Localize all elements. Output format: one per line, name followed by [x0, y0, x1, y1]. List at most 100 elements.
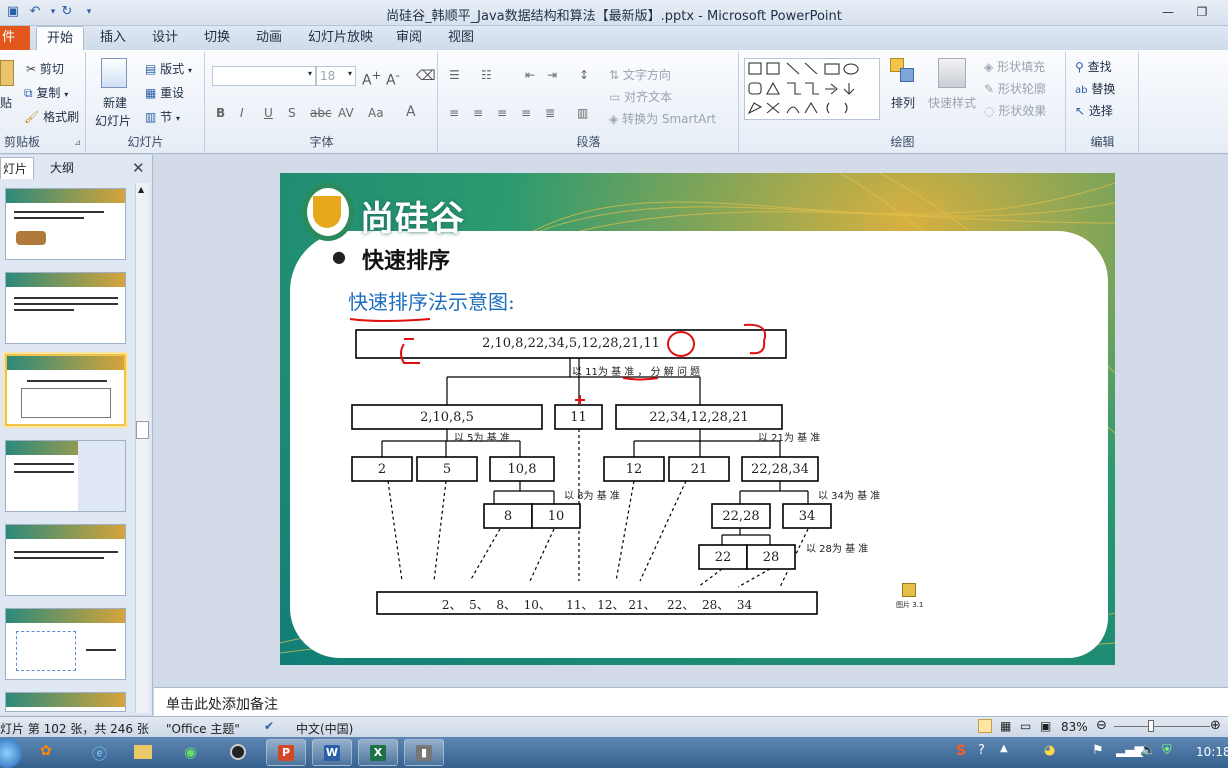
folder-icon[interactable]: [902, 583, 916, 597]
restore-button[interactable]: ❐: [1190, 4, 1214, 20]
zoom-in-icon[interactable]: ⊕: [1210, 718, 1221, 733]
change-case-icon[interactable]: Aa: [368, 106, 384, 120]
taskbar-word[interactable]: W: [312, 739, 352, 766]
font-size-combo[interactable]: 18 ▾: [316, 66, 356, 86]
shape-fill-button[interactable]: ◈ 形状填充: [984, 58, 1066, 76]
tab-home[interactable]: 开始: [36, 26, 85, 50]
justify-icon[interactable]: ≡: [521, 106, 531, 120]
tab-review[interactable]: 审阅: [386, 26, 432, 50]
zoom-slider-thumb[interactable]: [1148, 720, 1154, 732]
shapes-gallery[interactable]: [744, 58, 880, 120]
slide-sorter-icon[interactable]: ▦: [1000, 719, 1011, 733]
tab-outline[interactable]: 大纲: [50, 157, 74, 179]
clear-format-icon[interactable]: ⌫: [416, 68, 436, 84]
decrease-indent-icon[interactable]: ⇤: [525, 68, 535, 82]
tab-design[interactable]: 设计: [142, 26, 188, 50]
launcher-icon[interactable]: ⊿: [74, 138, 81, 147]
align-text-button[interactable]: ▭ 对齐文本: [609, 88, 739, 106]
underline-icon[interactable]: U: [264, 106, 273, 120]
tab-file[interactable]: 件: [0, 26, 30, 50]
align-right-icon[interactable]: ≡: [497, 106, 507, 120]
scroll-up-icon[interactable]: ▲: [138, 185, 144, 194]
zoom-out-icon[interactable]: ⊖: [1096, 718, 1107, 733]
shadow-icon[interactable]: S: [288, 106, 296, 120]
tab-animations[interactable]: 动画: [246, 26, 292, 50]
theme-name[interactable]: "Office 主题": [166, 720, 240, 737]
arrange-icon[interactable]: [890, 58, 916, 86]
reset-button[interactable]: ▦ 重设: [145, 84, 205, 102]
reading-view-icon[interactable]: ▭: [1020, 719, 1031, 733]
volume-icon[interactable]: 🔈: [1140, 743, 1156, 758]
slide-thumbnail[interactable]: [5, 440, 126, 512]
bullets-icon[interactable]: ☰: [449, 68, 460, 82]
explorer-icon[interactable]: [134, 745, 152, 759]
slide-thumbnail[interactable]: [5, 188, 126, 260]
text-direction-button[interactable]: ⇅ 文字方向: [609, 66, 739, 84]
thumbnail-scrollbar[interactable]: ▲: [135, 183, 149, 713]
cut-button[interactable]: ✂ 剪切: [26, 60, 86, 78]
select-button[interactable]: ↖ 选择: [1075, 102, 1137, 120]
tray-flag-icon[interactable]: ⚑: [1092, 743, 1104, 758]
tab-transitions[interactable]: 切换: [194, 26, 240, 50]
start-button-icon[interactable]: [0, 738, 22, 768]
smartart-button[interactable]: ◈ 转换为 SmartArt: [609, 110, 739, 128]
tab-view[interactable]: 视图: [438, 26, 484, 50]
font-color-icon[interactable]: A: [406, 104, 416, 120]
align-left-icon[interactable]: ≡: [449, 106, 459, 120]
paint-icon[interactable]: ✿: [40, 743, 52, 759]
copy-button[interactable]: ⧉ 复制 ▾: [24, 84, 86, 102]
taskbar-excel[interactable]: X: [358, 739, 398, 766]
arrange-button[interactable]: 排列: [891, 94, 915, 111]
minimize-button[interactable]: —: [1156, 4, 1180, 20]
taskbar-powerpoint[interactable]: P: [266, 739, 306, 766]
slide-thumbnail-selected[interactable]: [5, 354, 126, 426]
ime-icon[interactable]: S: [956, 743, 966, 759]
browser-icon[interactable]: ◉: [184, 743, 197, 761]
distributed-icon[interactable]: ≣: [545, 106, 555, 120]
tray-app-icon[interactable]: ◕: [1044, 743, 1055, 758]
slide-thumbnail[interactable]: [5, 524, 126, 596]
slide-canvas[interactable]: 尚硅谷 ● 快速排序 快速排序法示意图: 2,10,8,22,34,5,12,2…: [280, 173, 1115, 665]
tray-expand-icon[interactable]: ▲: [1000, 743, 1008, 754]
font-name-combo[interactable]: ▾: [212, 66, 316, 86]
notes-pane[interactable]: 单击此处添加备注: [154, 687, 1228, 716]
language-indicator[interactable]: 中文(中国): [296, 720, 353, 737]
new-slide-icon[interactable]: [101, 58, 127, 88]
spell-check-icon[interactable]: ✔: [264, 719, 274, 733]
close-icon[interactable]: ✕: [132, 159, 145, 177]
slideshow-icon[interactable]: ▣: [1040, 719, 1051, 733]
new-slide-label-2[interactable]: 幻灯片: [95, 112, 131, 129]
grow-font-icon[interactable]: A+: [362, 68, 381, 89]
shape-outline-button[interactable]: ✎ 形状轮廓: [984, 80, 1066, 98]
numbering-icon[interactable]: ☷: [481, 68, 492, 82]
tab-insert[interactable]: 插入: [90, 26, 136, 50]
media-player-icon[interactable]: [230, 744, 246, 760]
bold-icon[interactable]: B: [216, 106, 225, 120]
shrink-font-icon[interactable]: A-: [386, 68, 400, 89]
layout-button[interactable]: ▤ 版式 ▾: [145, 60, 205, 78]
help-icon[interactable]: ?: [978, 743, 985, 758]
normal-view-icon[interactable]: [978, 719, 992, 733]
section-button[interactable]: ▥ 节 ▾: [145, 108, 205, 126]
find-button[interactable]: ⚲ 查找: [1075, 58, 1137, 76]
quick-styles-icon[interactable]: [938, 58, 966, 88]
shape-effects-button[interactable]: ◌ 形状效果: [984, 102, 1066, 120]
replace-button[interactable]: ab 替换: [1075, 80, 1137, 98]
zoom-slider[interactable]: [1114, 726, 1210, 727]
new-slide-label[interactable]: 新建: [103, 94, 127, 111]
paste-button[interactable]: 贴: [0, 94, 12, 111]
char-spacing-icon[interactable]: AV: [338, 106, 354, 120]
align-center-icon[interactable]: ≡: [473, 106, 483, 120]
slide-thumbnail[interactable]: [5, 272, 126, 344]
increase-indent-icon[interactable]: ⇥: [547, 68, 557, 82]
notes-placeholder[interactable]: 单击此处添加备注: [166, 694, 278, 714]
italic-icon[interactable]: I: [240, 106, 244, 120]
security-shield-icon[interactable]: ⛨: [1162, 743, 1172, 758]
paste-icon[interactable]: [0, 60, 14, 86]
tab-slides[interactable]: 灯片: [0, 157, 34, 179]
quick-styles-button[interactable]: 快速样式: [928, 94, 976, 111]
slide-thumbnail[interactable]: [5, 692, 126, 712]
clock[interactable]: 10:18: [1196, 745, 1228, 759]
scroll-thumb[interactable]: [136, 421, 149, 439]
ie-icon[interactable]: ⓔ: [92, 743, 107, 764]
